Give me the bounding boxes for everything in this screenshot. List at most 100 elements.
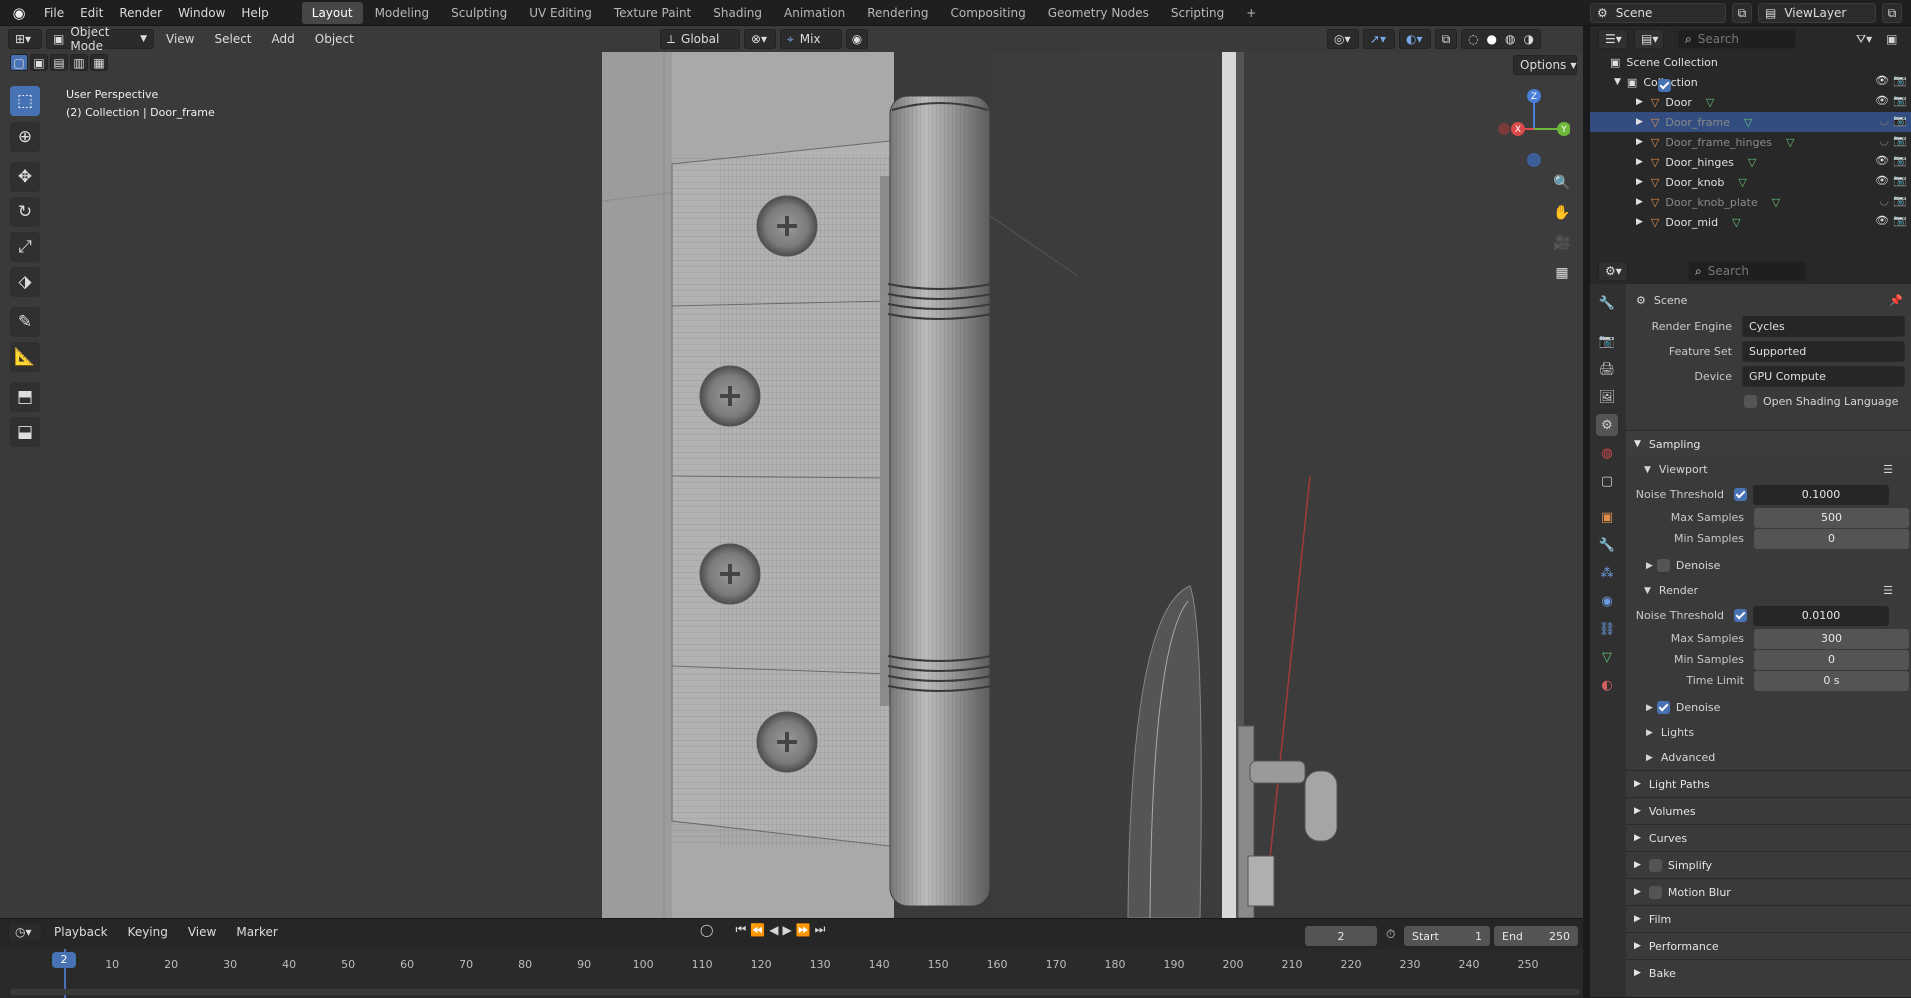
current-frame-field[interactable]: 2 bbox=[1305, 926, 1377, 946]
play-icon[interactable]: ▶ bbox=[782, 923, 791, 937]
render-engine-dropdown[interactable]: Cycles bbox=[1742, 316, 1905, 337]
constraints-tab-icon[interactable]: ⛓ bbox=[1596, 618, 1618, 640]
outliner-editor-icon[interactable]: ☰▾ bbox=[1598, 29, 1628, 49]
new-collection-icon[interactable]: ▣ bbox=[1886, 32, 1897, 46]
r-max-samples-field[interactable]: 300 bbox=[1754, 628, 1909, 649]
menu-file[interactable]: File bbox=[36, 0, 72, 26]
camera-icon[interactable]: 📷 bbox=[1893, 194, 1907, 207]
tab-modeling[interactable]: Modeling bbox=[365, 2, 440, 24]
mesh-data-icon[interactable]: ▽ bbox=[1706, 96, 1714, 109]
add-cube-tool-icon[interactable]: ⬒ bbox=[10, 382, 40, 412]
eye-icon[interactable]: 👁 bbox=[1875, 174, 1889, 187]
next-keyframe-icon[interactable]: ⏩ bbox=[796, 923, 811, 937]
eye-icon[interactable]: ◡ bbox=[1879, 114, 1889, 127]
stopwatch-icon[interactable]: ⏱ bbox=[1386, 927, 1395, 942]
tool-tab-icon[interactable]: 🔧 bbox=[1596, 292, 1618, 314]
expand-chevron-icon[interactable]: ▶ bbox=[1636, 217, 1643, 227]
feature-set-dropdown[interactable]: Supported bbox=[1742, 341, 1905, 362]
outliner-scene-collection[interactable]: ▣ Scene Collection bbox=[1590, 52, 1911, 72]
solid-shading-icon[interactable]: ● bbox=[1487, 32, 1497, 46]
camera-icon[interactable]: 📷 bbox=[1893, 214, 1907, 227]
blender-logo-icon[interactable]: ◉ bbox=[8, 2, 30, 24]
sampling-panel-header[interactable]: ▼ Sampling bbox=[1626, 430, 1911, 457]
panel-bake[interactable]: ▶ Bake bbox=[1626, 959, 1911, 986]
expand-chevron-icon[interactable]: ▶ bbox=[1636, 177, 1643, 187]
end-frame-field[interactable]: End 250 bbox=[1494, 926, 1578, 946]
expand-chevron-icon[interactable]: ▶ bbox=[1636, 117, 1643, 127]
outliner-row-door-mid[interactable]: ▶ ▽ Door_mid ▽ 👁 📷 bbox=[1590, 212, 1911, 232]
display-mode-icon[interactable]: ▤▾ bbox=[1634, 29, 1664, 49]
physics-tab-icon[interactable]: ◉ bbox=[1596, 590, 1618, 612]
output-tab-icon[interactable]: 🖨 bbox=[1596, 358, 1618, 380]
expand-chevron-icon[interactable]: ▶ bbox=[1636, 197, 1643, 207]
device-dropdown[interactable]: GPU Compute bbox=[1742, 366, 1905, 387]
menu-object[interactable]: Object bbox=[307, 32, 362, 46]
select-extend-icon[interactable]: ▣ bbox=[30, 54, 48, 71]
new-view-layer-icon[interactable]: ⧉ bbox=[1882, 3, 1902, 23]
eye-icon[interactable]: ◡ bbox=[1879, 134, 1889, 147]
editor-type-icon[interactable]: ⊞▾ bbox=[8, 29, 42, 49]
camera-view-icon[interactable]: 🎥 bbox=[1549, 230, 1575, 256]
menu-view[interactable]: View bbox=[158, 32, 202, 46]
expand-chevron-icon[interactable]: ▶ bbox=[1636, 97, 1643, 107]
panel-performance[interactable]: ▶ Performance bbox=[1626, 932, 1911, 959]
panel-motion-blur[interactable]: ▶ Motion Blur bbox=[1626, 878, 1911, 905]
outliner-row-door-frame[interactable]: ▶ ▽ Door_frame ▽ ◡ 📷 bbox=[1590, 112, 1911, 132]
vp-noise-checkbox[interactable] bbox=[1734, 488, 1747, 501]
camera-icon[interactable]: 📷 bbox=[1893, 114, 1907, 127]
view-layer-tab-icon[interactable]: 🖼 bbox=[1596, 386, 1618, 408]
annotate-tool-icon[interactable]: ✎ bbox=[10, 307, 40, 337]
menu-timeline-view[interactable]: View bbox=[180, 925, 224, 939]
panel-enable-checkbox[interactable] bbox=[1648, 885, 1662, 899]
select-intersect-icon[interactable]: ▦ bbox=[90, 54, 108, 71]
camera-icon[interactable]: 📷 bbox=[1893, 94, 1907, 107]
mesh-data-icon[interactable]: ▽ bbox=[1732, 216, 1740, 229]
time-limit-field[interactable]: 0 s bbox=[1754, 670, 1909, 691]
gizmo-toggle-icon[interactable]: ➚▾ bbox=[1363, 29, 1395, 49]
particles-tab-icon[interactable]: ⁂ bbox=[1596, 562, 1618, 584]
tab-scripting[interactable]: Scripting bbox=[1161, 2, 1234, 24]
lights-subpanel[interactable]: ▶ Lights bbox=[1626, 720, 1911, 745]
rotate-tool-icon[interactable]: ↻ bbox=[10, 197, 40, 227]
options-button[interactable]: Options ▼ bbox=[1513, 55, 1577, 75]
scene-tab-icon[interactable]: ⚙ bbox=[1596, 414, 1618, 436]
outliner-row-door-hinges[interactable]: ▶ ▽ Door_hinges ▽ 👁 📷 bbox=[1590, 152, 1911, 172]
pivot-icon[interactable]: ⊗▾ bbox=[744, 29, 776, 49]
render-tab-icon[interactable]: 📷 bbox=[1596, 330, 1618, 352]
jump-end-icon[interactable]: ⏭ bbox=[815, 922, 826, 937]
menu-add[interactable]: Add bbox=[264, 32, 303, 46]
expand-chevron-icon[interactable]: ▼ bbox=[1614, 77, 1621, 87]
collection-tab-icon[interactable]: ▢ bbox=[1596, 470, 1618, 492]
add-workspace-button[interactable]: + bbox=[1236, 2, 1266, 24]
expand-chevron-icon[interactable]: ▶ bbox=[1636, 137, 1643, 147]
r-noise-field[interactable]: 0.0100 bbox=[1753, 605, 1889, 626]
menu-marker[interactable]: Marker bbox=[228, 925, 285, 939]
outliner-row-door-knob-plate[interactable]: ▶ ▽ Door_knob_plate ▽ ◡ 📷 bbox=[1590, 192, 1911, 212]
properties-editor-icon[interactable]: ⚙▾ bbox=[1598, 261, 1628, 281]
snap-dropdown[interactable]: ⌖ Mix bbox=[780, 29, 842, 49]
prev-keyframe-icon[interactable]: ⏪ bbox=[750, 923, 765, 937]
vp-denoise-subpanel[interactable]: ▶ Denoise bbox=[1626, 553, 1911, 578]
modifier-tab-icon[interactable]: 🔧 bbox=[1596, 534, 1618, 556]
wireframe-shading-icon[interactable]: ◌ bbox=[1468, 32, 1478, 46]
mesh-data-icon[interactable]: ▽ bbox=[1744, 116, 1752, 129]
overlays-icon[interactable]: ◐▾ bbox=[1399, 29, 1431, 49]
mode-selector[interactable]: ▣ Object Mode ▼ bbox=[46, 26, 154, 53]
timeline-track[interactable]: 10 20 30 40 50 60 70 80 90 100 110 120 130 140 150 160 1… bbox=[0, 949, 1583, 998]
menu-window[interactable]: Window bbox=[170, 0, 233, 26]
scale-tool-icon[interactable]: ⤢ bbox=[10, 232, 40, 262]
menu-render[interactable]: Render bbox=[111, 0, 170, 26]
menu-keying[interactable]: Keying bbox=[120, 925, 176, 939]
transform-tool-icon[interactable]: ⬗ bbox=[10, 267, 40, 297]
exclude-checkbox[interactable] bbox=[1657, 78, 1671, 92]
eye-icon[interactable]: 👁 bbox=[1875, 94, 1889, 107]
select-invert-icon[interactable]: ▥ bbox=[70, 54, 88, 71]
presets-list-icon[interactable]: ☰ bbox=[1883, 584, 1893, 597]
3d-viewport[interactable]: ⊞▾ ▣ Object Mode ▼ View Select Add Objec… bbox=[0, 26, 1583, 918]
select-new-icon[interactable]: ▢ bbox=[10, 54, 28, 71]
material-tab-icon[interactable]: ◐ bbox=[1596, 674, 1618, 696]
pin-icon[interactable]: 📌 bbox=[1889, 294, 1903, 307]
properties-search-input[interactable]: ⌕ Search bbox=[1688, 261, 1806, 281]
view-layer-selector[interactable]: ▤ ViewLayer bbox=[1758, 3, 1876, 23]
timeline-scrollbar[interactable] bbox=[10, 989, 1580, 995]
